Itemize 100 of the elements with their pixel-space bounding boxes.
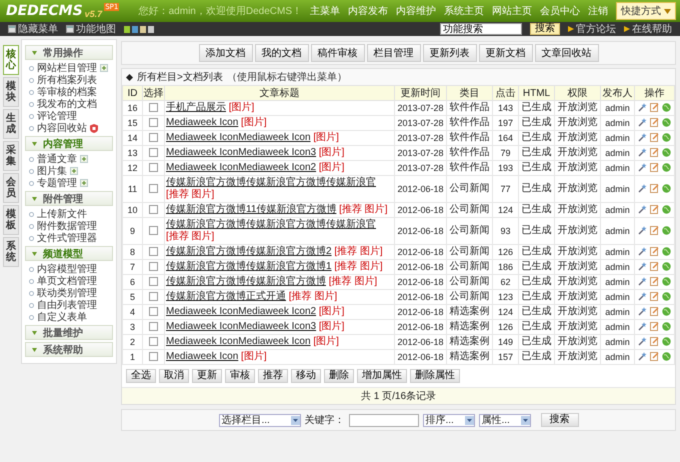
checkbox[interactable] <box>149 336 158 346</box>
menu-item[interactable]: 所有档案列表 <box>37 73 97 87</box>
edit-icon[interactable] <box>650 352 659 361</box>
checkbox[interactable] <box>149 184 158 193</box>
menu-item[interactable]: 自由列表管理 <box>37 298 97 312</box>
toolbar-button[interactable]: 我的文档 <box>254 44 308 62</box>
menu-item[interactable]: 评论管理 <box>37 109 77 123</box>
article-link[interactable]: 传媒新浪官方微博正式开通 <box>166 291 286 302</box>
search-button[interactable]: 搜索 <box>540 413 578 427</box>
globe-icon[interactable] <box>662 132 671 142</box>
article-link[interactable]: 传媒新浪官方微博11传媒新浪官方微博 <box>166 204 336 215</box>
article-link[interactable]: Mediaweek Icon <box>166 117 238 128</box>
article-link[interactable]: Mediaweek IconMediaweek Icon <box>166 336 311 347</box>
skin-swatches-drawing[interactable] <box>124 26 154 32</box>
checkbox[interactable] <box>149 118 158 127</box>
side-tab[interactable]: 模板 <box>3 205 19 235</box>
checkbox[interactable] <box>149 102 158 112</box>
action-button[interactable]: 更新 <box>192 369 222 383</box>
globe-icon[interactable] <box>662 118 671 127</box>
wand-icon[interactable] <box>638 292 647 301</box>
wand-icon[interactable] <box>638 162 647 172</box>
article-link[interactable]: Mediaweek Icon <box>166 351 238 362</box>
edit-icon[interactable] <box>650 276 659 286</box>
side-tab[interactable]: 系统 <box>3 237 19 267</box>
globe-icon[interactable] <box>662 352 671 361</box>
toolbar-link[interactable]: 在线帮助 <box>624 22 672 36</box>
toolbar-button[interactable]: 更新文档 <box>478 44 532 62</box>
wand-icon[interactable] <box>638 246 647 256</box>
wand-icon[interactable] <box>638 322 647 331</box>
globe-icon[interactable] <box>662 148 671 157</box>
toolbar-link[interactable]: 隐藏菜单 <box>8 22 58 36</box>
menu-item[interactable]: 内容回收站 <box>37 121 87 135</box>
menu-item[interactable]: 普通文章 <box>37 152 77 166</box>
globe-icon[interactable] <box>662 322 671 331</box>
menu-item[interactable]: 内容模型管理 <box>37 262 97 276</box>
article-link[interactable]: 手机产品展示 <box>166 102 226 113</box>
edit-icon[interactable] <box>650 336 659 346</box>
edit-icon[interactable] <box>650 162 659 172</box>
menu-group-header[interactable]: 系统帮助 <box>25 342 113 357</box>
edit-icon[interactable] <box>650 306 659 316</box>
wand-icon[interactable] <box>638 132 647 142</box>
wand-icon[interactable] <box>638 352 647 361</box>
wand-icon[interactable] <box>638 204 647 214</box>
wand-icon[interactable] <box>638 336 647 346</box>
toolbar-button[interactable]: 稿件审核 <box>310 44 364 62</box>
menu-group-header[interactable]: 常用操作 <box>25 45 113 60</box>
edit-icon[interactable] <box>650 184 659 193</box>
edit-icon[interactable] <box>650 322 659 331</box>
article-link[interactable]: 传媒新浪官方微博传媒新浪官方微博1 <box>166 261 332 272</box>
action-button[interactable]: 删除属性 <box>410 369 460 383</box>
article-link[interactable]: Mediaweek IconMediaweek Icon3 <box>166 147 316 158</box>
wand-icon[interactable] <box>638 276 647 286</box>
edit-icon[interactable] <box>650 132 659 142</box>
side-tab[interactable]: 模块 <box>3 77 19 107</box>
action-button[interactable]: 推荐 <box>258 369 288 383</box>
menu-group-header[interactable]: 批量维护 <box>25 325 113 340</box>
globe-icon[interactable] <box>662 204 671 214</box>
edit-icon[interactable] <box>650 292 659 301</box>
checkbox[interactable] <box>149 322 158 331</box>
action-button[interactable]: 取消 <box>159 369 189 383</box>
action-button[interactable]: 增加属性 <box>357 369 407 383</box>
globe-icon[interactable] <box>662 276 671 286</box>
checkbox[interactable] <box>149 352 158 361</box>
add-icon[interactable] <box>100 64 108 72</box>
checkbox[interactable] <box>149 306 158 316</box>
checkbox[interactable] <box>149 276 158 286</box>
edit-icon[interactable] <box>650 148 659 157</box>
toolbar-button[interactable]: 添加文档 <box>198 44 252 62</box>
menu-item[interactable]: 我发布的文档 <box>37 97 97 111</box>
menu-item[interactable]: 专题管理 <box>37 176 77 190</box>
edit-icon[interactable] <box>650 262 659 271</box>
add-icon[interactable] <box>80 179 88 187</box>
keyword-field[interactable] <box>348 414 418 426</box>
toolbar-link[interactable]: 官方论坛 <box>568 22 616 36</box>
toolbar-button[interactable]: 文章回收站 <box>534 44 598 62</box>
action-button[interactable]: 审核 <box>225 369 255 383</box>
edit-icon[interactable] <box>650 204 659 214</box>
action-button[interactable]: 删除 <box>324 369 354 383</box>
globe-icon[interactable] <box>662 292 671 301</box>
checkbox[interactable] <box>149 148 158 157</box>
toolbar-link[interactable]: 功能地图 <box>66 22 116 36</box>
side-tab[interactable]: 采集 <box>3 141 19 171</box>
action-button[interactable]: 移动 <box>291 369 321 383</box>
action-button[interactable]: 全选 <box>126 369 156 383</box>
toolbar-button[interactable]: 栏目管理 <box>366 44 420 62</box>
side-tab[interactable]: 会员 <box>3 173 19 203</box>
article-link[interactable]: Mediaweek IconMediaweek Icon <box>166 132 311 143</box>
menu-group-header[interactable]: 附件管理 <box>25 191 113 206</box>
category-select[interactable]: 选择栏目... <box>218 414 300 426</box>
article-link[interactable]: Mediaweek IconMediaweek Icon3 <box>166 321 316 332</box>
wand-icon[interactable] <box>638 102 647 112</box>
wand-icon[interactable] <box>638 262 647 271</box>
checkbox[interactable] <box>149 262 158 271</box>
menu-group-header[interactable]: 频道模型 <box>25 246 113 261</box>
wand-icon[interactable] <box>638 226 647 235</box>
article-link[interactable]: Mediaweek IconMediaweek Icon2 <box>166 162 316 173</box>
edit-icon[interactable] <box>650 226 659 235</box>
article-link[interactable]: 传媒新浪官方微博传媒新浪官方微博2 <box>166 246 332 257</box>
add-icon[interactable] <box>80 155 88 163</box>
shortcut-dropdown[interactable]: 快捷方式 <box>616 2 676 20</box>
